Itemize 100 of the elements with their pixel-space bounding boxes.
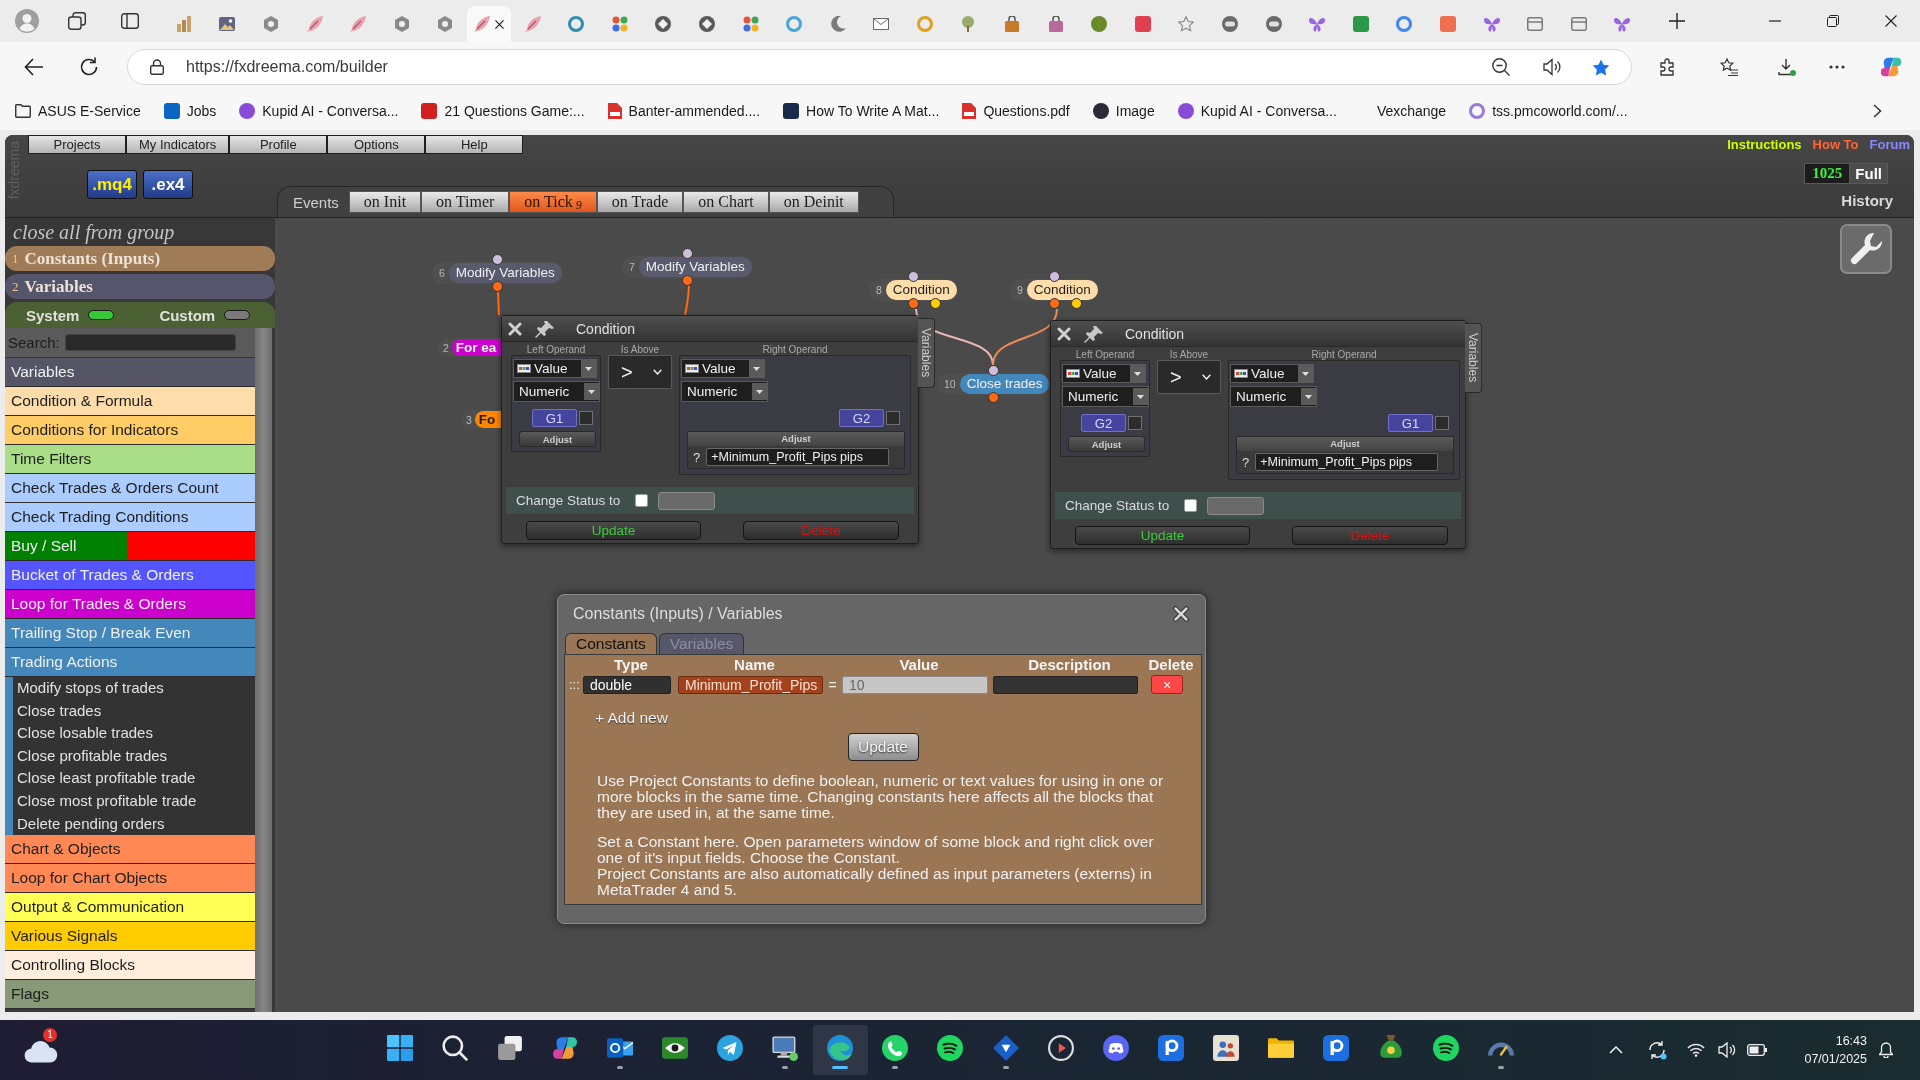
port-dot-icon[interactable] <box>988 365 1000 376</box>
group-checkbox[interactable] <box>886 411 900 425</box>
group-checkbox[interactable] <box>1128 416 1142 430</box>
panel-button[interactable]: Update <box>1075 526 1250 545</box>
pin-icon[interactable] <box>535 319 555 338</box>
category-item[interactable]: Flags <box>5 980 255 1010</box>
plus-icon[interactable] <box>1669 13 1686 29</box>
menu-button[interactable]: Projects <box>28 135 126 154</box>
category-item[interactable]: Buy / Sell <box>5 532 255 561</box>
bookmark[interactable]: Kupid AI - Conversa... <box>239 99 399 123</box>
refresh-icon[interactable] <box>79 57 99 77</box>
action-item[interactable]: Close trades <box>13 699 255 723</box>
bookmark[interactable]: ASUS E-Service <box>15 99 141 123</box>
format-dropdown[interactable]: Numeric <box>681 381 768 402</box>
status-field[interactable] <box>1207 496 1265 515</box>
sidebar-window-icon[interactable] <box>121 13 139 29</box>
close-icon[interactable] <box>1885 15 1897 27</box>
puzzle-icon[interactable] <box>1659 58 1677 76</box>
adjust-field[interactable]: +Minimum_Profit_Pips pips <box>706 448 890 466</box>
help-link[interactable]: Instructions <box>1727 137 1802 153</box>
category-item[interactable]: Conditions for Indicators <box>5 416 255 445</box>
bookmark[interactable]: Questions.pdf <box>962 99 1070 123</box>
more-icon[interactable] <box>1829 65 1845 69</box>
group-button[interactable]: G1 <box>532 409 577 427</box>
port-dot-icon[interactable] <box>988 392 1000 403</box>
address-bar[interactable]: https://fxdreema.com/builder <box>127 49 1632 85</box>
back-arrow-icon[interactable] <box>24 58 44 76</box>
category-item[interactable]: Time Filters <box>5 445 255 474</box>
category-item[interactable]: Bucket of Trades & Orders <box>5 561 255 590</box>
port-dot-icon[interactable] <box>929 298 941 309</box>
group-checkbox[interactable] <box>1435 416 1449 430</box>
wifi-icon[interactable] <box>1687 1043 1706 1057</box>
block-node[interactable]: 2 For ea <box>438 338 501 357</box>
section-header[interactable]: 2 Variables <box>5 274 275 299</box>
action-item[interactable]: Delete pending orders <box>13 812 255 836</box>
group-button[interactable]: G2 <box>1081 414 1126 432</box>
clock-time[interactable]: 16:43 <box>1835 1032 1867 1050</box>
category-item[interactable]: Chart & Objects <box>5 835 255 865</box>
type-dropdown[interactable]: Value <box>1062 364 1146 383</box>
close-icon[interactable] <box>1173 606 1189 622</box>
port-dot-icon[interactable] <box>681 248 693 259</box>
zoom-out-icon[interactable] <box>1492 58 1510 76</box>
group-checkbox[interactable] <box>579 411 593 425</box>
dialog-tab[interactable]: Constants <box>565 633 657 654</box>
toggle-switch[interactable] <box>224 310 251 320</box>
category-item[interactable]: Check Trades & Orders Count <box>5 474 255 503</box>
port-dot-icon[interactable] <box>491 254 503 265</box>
port-dot-icon[interactable] <box>907 271 919 282</box>
action-item[interactable]: Modify stops of trades <box>13 677 255 700</box>
menu-button[interactable]: Help <box>425 135 524 154</box>
format-dropdown[interactable]: Numeric <box>513 381 600 402</box>
scrollbar[interactable] <box>255 328 272 1012</box>
category-item[interactable]: Output & Communication <box>5 893 255 923</box>
event-tab[interactable]: on Trade <box>596 191 684 213</box>
adjust-button[interactable]: Adjust <box>1068 436 1145 452</box>
port-dot-icon[interactable] <box>1070 298 1082 309</box>
category-item[interactable]: Various Signals <box>5 922 255 952</box>
status-checkbox[interactable] <box>1184 499 1198 512</box>
status-checkbox[interactable] <box>635 494 649 507</box>
lock-icon[interactable] <box>150 59 164 75</box>
category-item[interactable]: Controlling Blocks <box>5 951 255 981</box>
chevron-up-icon[interactable] <box>1609 1046 1624 1054</box>
menu-button[interactable]: Profile <box>229 135 328 154</box>
menu-button[interactable]: Options <box>327 135 426 154</box>
action-item[interactable]: Close least profitable trade <box>13 767 255 790</box>
help-text[interactable]: ? <box>1242 454 1250 470</box>
format-dropdown[interactable]: Numeric <box>1230 386 1317 407</box>
sync-icon[interactable] <box>1647 1040 1668 1060</box>
chevron-right-icon[interactable] <box>1873 104 1882 118</box>
taskbar-button[interactable] <box>812 1025 868 1075</box>
bookmark[interactable]: 21 Questions Game:... <box>421 99 585 123</box>
category-item[interactable]: Variables <box>5 358 255 387</box>
type-field[interactable]: double <box>583 675 671 694</box>
pin-icon[interactable] <box>1084 324 1104 343</box>
value-field[interactable]: 10 <box>842 675 988 694</box>
bell-icon[interactable] <box>1879 1042 1893 1058</box>
port-dot-icon[interactable] <box>1048 271 1060 282</box>
adjust-button[interactable]: Adjust <box>519 431 596 447</box>
help-text[interactable]: ? <box>693 449 701 465</box>
bookmark[interactable]: How To Write A Mat... <box>783 99 940 123</box>
restore-icon[interactable] <box>1827 15 1839 27</box>
block-node[interactable]: 3 Fo <box>461 410 501 429</box>
drag-handle[interactable]: ::: <box>565 677 583 692</box>
action-item[interactable]: Close profitable trades <box>13 744 255 768</box>
search-field[interactable] <box>64 334 236 351</box>
group-button[interactable]: G1 <box>1388 414 1433 432</box>
port-dot-icon[interactable] <box>907 298 919 309</box>
bookmark[interactable]: Image <box>1092 99 1155 123</box>
swirl-icon[interactable] <box>1880 56 1902 78</box>
menu-button[interactable]: My Indicators <box>126 135 230 154</box>
port-dot-icon[interactable] <box>1048 298 1060 309</box>
event-tab[interactable]: on Deinit <box>768 191 859 213</box>
type-dropdown[interactable]: Value <box>513 359 597 378</box>
star-icon[interactable] <box>1592 58 1610 76</box>
bookmark[interactable]: Vexchange <box>1359 99 1447 123</box>
clock-date[interactable]: 07/01/2025 <box>1804 1050 1867 1068</box>
category-item[interactable]: Check Trading Conditions <box>5 503 255 532</box>
operator-dropdown[interactable]: > <box>608 355 672 389</box>
adjust-field[interactable]: +Minimum_Profit_Pips pips <box>1255 453 1439 471</box>
action-item[interactable]: Close most profitable trade <box>13 789 255 813</box>
